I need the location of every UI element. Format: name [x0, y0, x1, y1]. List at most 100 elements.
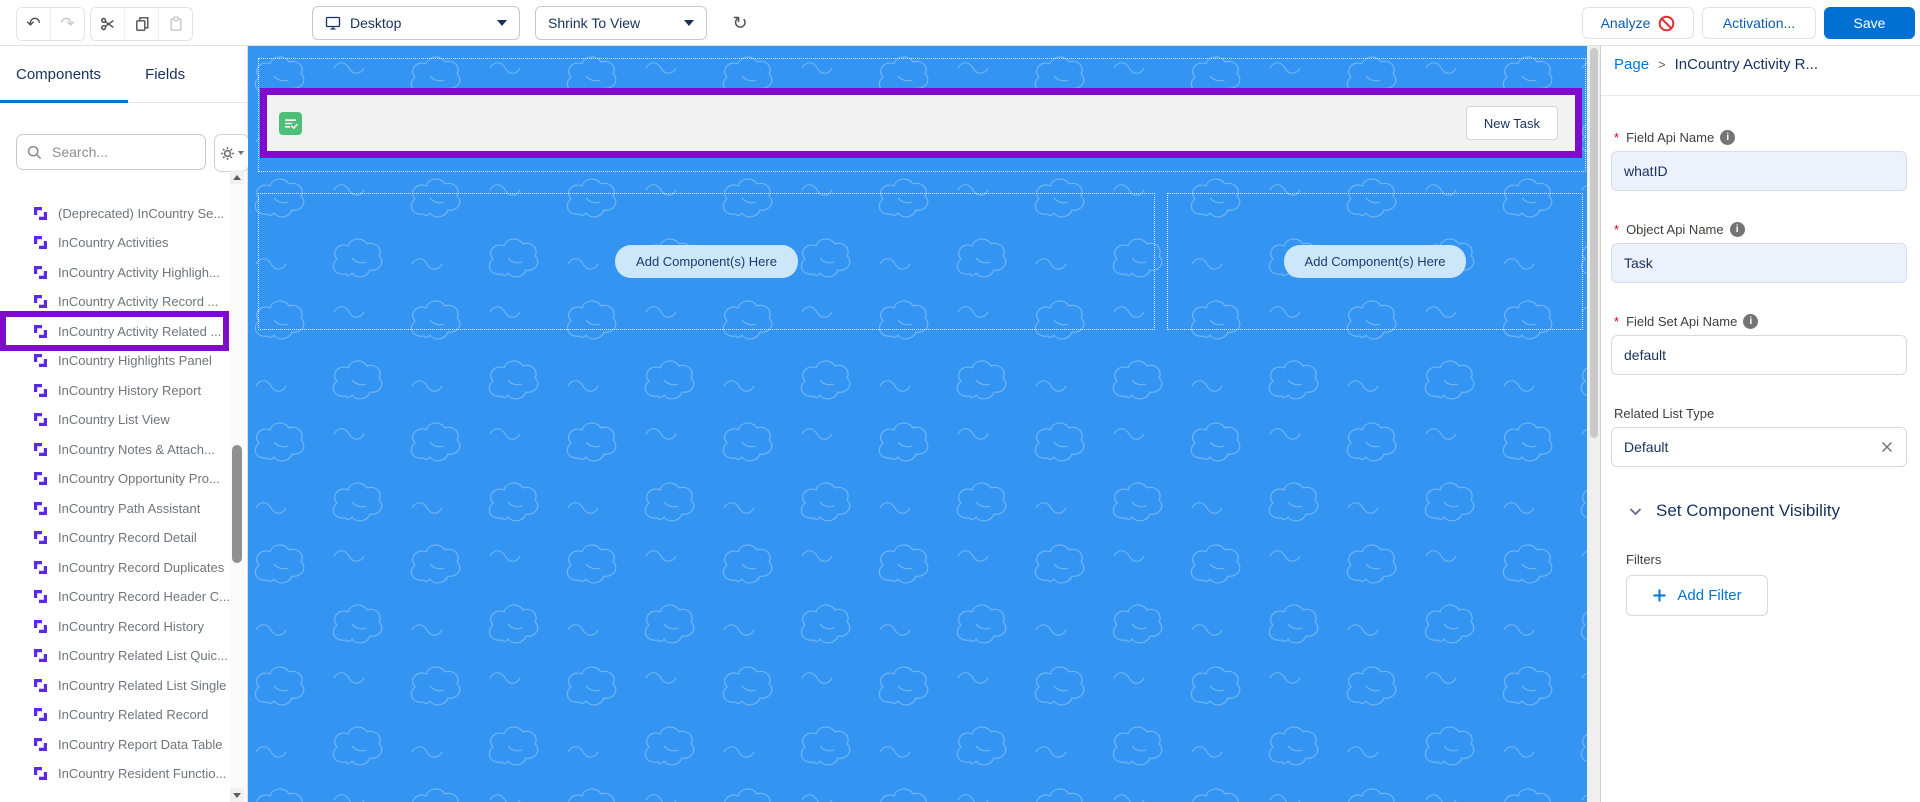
sidebar-item[interactable]: InCountry Record Header C...: [0, 582, 229, 612]
chevron-down-icon: [1628, 504, 1643, 519]
breadcrumb-page-link[interactable]: Page: [1614, 56, 1649, 73]
info-icon[interactable]: i: [1743, 314, 1758, 329]
sidebar-item-label: InCountry List View: [58, 412, 170, 427]
sidebar-item[interactable]: InCountry Path Assistant: [0, 493, 229, 523]
dropzone-left[interactable]: Add Component(s) Here: [258, 193, 1155, 330]
sidebar-item-label: InCountry Record Header C...: [58, 589, 229, 604]
sidebar-item[interactable]: InCountry Related Record: [0, 700, 229, 730]
clipboard-group: [90, 7, 193, 41]
copy-button[interactable]: [125, 8, 159, 40]
component-icon: [33, 766, 48, 781]
sidebar-scrollbar[interactable]: [230, 170, 244, 802]
device-mode-value: Desktop: [350, 15, 401, 31]
copy-icon: [134, 16, 150, 32]
component-icon: [33, 737, 48, 752]
scroll-up-button[interactable]: [230, 170, 244, 184]
sidebar-item-label: InCountry Activity Record ...: [58, 294, 218, 309]
sidebar-item-label: InCountry Activity Related ...: [58, 324, 221, 339]
sidebar-item-label: InCountry Related List Single: [58, 678, 226, 693]
components-sidebar: Components Fields (Deprecated) InCountry…: [0, 46, 248, 802]
breadcrumb-component-name: InCountry Activity R...: [1675, 56, 1818, 73]
add-component-pill: Add Component(s) Here: [615, 245, 798, 278]
filters-label: Filters: [1626, 552, 1661, 567]
activation-button[interactable]: Activation...: [1702, 7, 1816, 39]
scissors-icon: [100, 16, 116, 32]
sidebar-item[interactable]: (Deprecated) InCountry Se...: [0, 198, 229, 228]
add-filter-button[interactable]: Add Filter: [1626, 575, 1768, 616]
sidebar-item[interactable]: InCountry Activity Highligh...: [0, 257, 229, 287]
scroll-down-button[interactable]: [230, 788, 244, 802]
info-icon[interactable]: i: [1720, 130, 1735, 145]
canvas-scrollbar[interactable]: [1587, 46, 1600, 802]
lightning-app-builder: ↶ ↷: [0, 0, 1920, 802]
canvas-scrollbar-thumb[interactable]: [1590, 48, 1598, 438]
component-icon: [33, 353, 48, 368]
component-icon: [33, 560, 48, 575]
canvas-zoom-value: Shrink To View: [548, 15, 640, 31]
sidebar-item-selected[interactable]: InCountry Activity Related ...: [0, 311, 229, 351]
component-icon: [33, 471, 48, 486]
sidebar-item-label: (Deprecated) InCountry Se...: [58, 206, 224, 221]
ban-icon: [1658, 15, 1675, 32]
green-task-list-icon: [279, 112, 302, 135]
set-component-visibility-section[interactable]: Set Component Visibility: [1628, 501, 1840, 521]
sidebar-item-label: InCountry Path Assistant: [58, 501, 200, 516]
sidebar-item-label: InCountry Activity Highligh...: [58, 265, 220, 280]
sidebar-item-label: InCountry Notes & Attach...: [58, 442, 215, 457]
add-component-pill: Add Component(s) Here: [1284, 245, 1467, 278]
sidebar-item[interactable]: InCountry Opportunity Pro...: [0, 464, 229, 494]
sidebar-item[interactable]: InCountry Record Duplicates: [0, 552, 229, 582]
sidebar-item[interactable]: InCountry Activities: [0, 228, 229, 258]
sidebar-item[interactable]: InCountry History Report: [0, 375, 229, 405]
field-set-api-name-label: * Field Set Api Name i: [1614, 314, 1758, 329]
object-api-name-input[interactable]: Task: [1611, 243, 1907, 283]
info-icon[interactable]: i: [1730, 222, 1745, 237]
paste-button[interactable]: [159, 8, 192, 40]
related-list-type-combobox[interactable]: Default: [1611, 427, 1907, 467]
component-icon: [33, 589, 48, 604]
sidebar-item[interactable]: InCountry Related List Quic...: [0, 641, 229, 671]
new-task-button[interactable]: New Task: [1466, 106, 1558, 140]
sidebar-item-label: InCountry Related List Quic...: [58, 648, 228, 663]
sidebar-item[interactable]: InCountry Related List Single: [0, 670, 229, 700]
properties-panel: Page > InCountry Activity R... * Field A…: [1600, 46, 1920, 802]
component-icon: [33, 206, 48, 221]
sidebar-item[interactable]: InCountry Report Data Table: [0, 729, 229, 759]
clear-selection-icon[interactable]: [1880, 440, 1894, 454]
sidebar-item[interactable]: InCountry Notes & Attach...: [0, 434, 229, 464]
save-button[interactable]: Save: [1824, 7, 1915, 39]
dropzone-right[interactable]: Add Component(s) Here: [1167, 193, 1583, 330]
selected-canvas-component[interactable]: New Task: [260, 88, 1582, 158]
panel-divider: [1601, 95, 1920, 96]
field-set-api-name-input[interactable]: default: [1611, 335, 1907, 375]
sidebar-item-label: InCountry Related Record: [58, 707, 208, 722]
sidebar-item-label: InCountry Record History: [58, 619, 204, 634]
undo-redo-group: ↶ ↷: [16, 7, 85, 41]
paste-icon: [168, 16, 184, 32]
object-api-name-label: * Object Api Name i: [1614, 222, 1745, 237]
sidebar-item-label: InCountry Activities: [58, 235, 169, 250]
sidebar-item-label: InCountry History Report: [58, 383, 201, 398]
refresh-button[interactable]: ↻: [724, 7, 756, 39]
breadcrumb-separator: >: [1658, 57, 1666, 72]
undo-button[interactable]: ↶: [17, 8, 51, 40]
component-icon: [33, 442, 48, 457]
sidebar-item[interactable]: InCountry Record Detail: [0, 523, 229, 553]
undo-icon: ↶: [26, 14, 40, 34]
field-api-name-label: * Field Api Name i: [1614, 130, 1735, 145]
sidebar-item[interactable]: InCountry List View: [0, 405, 229, 435]
canvas-zoom-select[interactable]: Shrink To View: [535, 6, 707, 40]
device-mode-select[interactable]: Desktop: [312, 6, 520, 40]
field-api-name-input[interactable]: whatID: [1611, 151, 1907, 191]
redo-button[interactable]: ↷: [51, 8, 84, 40]
component-icon: [33, 294, 48, 309]
sidebar-item-label: InCountry Report Data Table: [58, 737, 223, 752]
sidebar-item[interactable]: InCountry Record History: [0, 611, 229, 641]
sidebar-item[interactable]: InCountry Resident Functio...: [0, 759, 229, 789]
sidebar-item-label: InCountry Resident Functio...: [58, 766, 226, 781]
cut-button[interactable]: [91, 8, 125, 40]
sidebar-item-label: InCountry Record Duplicates: [58, 560, 224, 575]
component-icon: [33, 648, 48, 663]
scrollbar-thumb[interactable]: [232, 445, 242, 563]
analyze-button[interactable]: Analyze: [1582, 7, 1694, 39]
